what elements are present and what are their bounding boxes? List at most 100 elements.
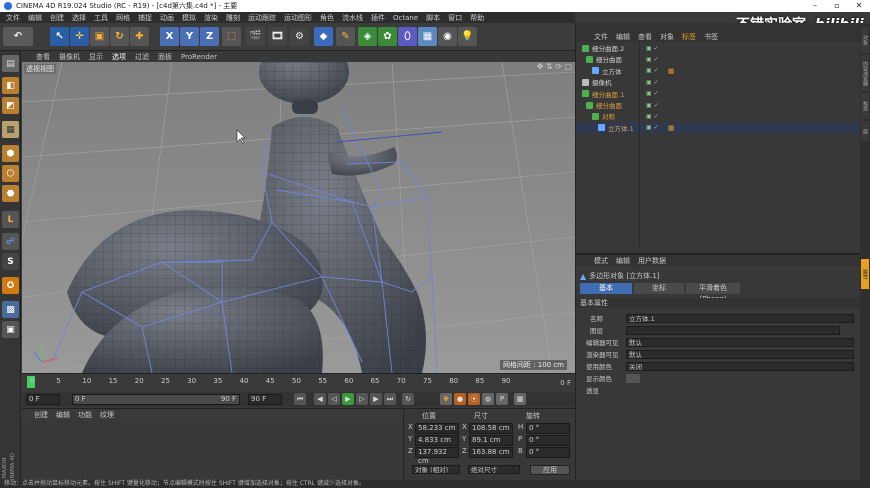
perspective-viewport[interactable]: 透视视图 网格间距 : 100 cm ✥ ⇅ ⟳ ▢ bbox=[22, 62, 575, 373]
material-menu-item[interactable]: 纹理 bbox=[100, 410, 114, 420]
visibility-check-icon[interactable]: ▣ ✓ bbox=[646, 56, 659, 63]
display-color-swatch[interactable] bbox=[626, 374, 640, 383]
menu-item[interactable]: 工具 bbox=[94, 13, 108, 23]
record-icon[interactable]: ● bbox=[454, 393, 466, 405]
key-scale-icon[interactable]: ◍ bbox=[482, 393, 494, 405]
select-tool-icon[interactable]: ↖ bbox=[50, 27, 69, 46]
viewport-menu-item[interactable]: ProRender bbox=[181, 53, 217, 61]
name-input[interactable]: 立方体.1 bbox=[626, 314, 854, 323]
light-icon[interactable]: 💡 bbox=[458, 27, 477, 46]
loop-icon[interactable]: ↻ bbox=[402, 393, 414, 405]
menu-item[interactable]: Octane bbox=[393, 14, 418, 22]
side-tab-structure[interactable]: 构造 bbox=[861, 93, 869, 119]
menu-item[interactable]: 运动图形 bbox=[284, 13, 312, 23]
coord-system-icon[interactable]: ⬚ bbox=[222, 27, 241, 46]
undo-button[interactable]: ↶ bbox=[3, 27, 33, 46]
points-mode-icon[interactable]: ⬢ bbox=[2, 145, 19, 162]
object-row[interactable]: 摄像机 ▣ ✓ bbox=[576, 77, 861, 87]
texture-tag-icon[interactable]: ▦ bbox=[668, 124, 674, 132]
object-row[interactable]: 对称 ▣ ✓ bbox=[576, 111, 861, 121]
menu-item[interactable]: 创建 bbox=[50, 13, 64, 23]
menu-item[interactable]: 帮助 bbox=[470, 13, 484, 23]
grid-icon[interactable]: ▩ bbox=[2, 301, 19, 318]
workplane-icon[interactable]: ▦ bbox=[2, 121, 19, 138]
coord-rotation-field[interactable]: 0 ° bbox=[526, 423, 570, 434]
render-picture-viewer-icon[interactable]: 🎞 bbox=[268, 27, 287, 46]
side-tab-objects[interactable]: 对象 bbox=[861, 27, 869, 53]
polygons-mode-icon[interactable]: ⬣ bbox=[2, 185, 19, 202]
menu-item[interactable]: 运动跟踪 bbox=[248, 13, 276, 23]
floor-icon[interactable]: ▦ bbox=[418, 27, 437, 46]
timeline-menu-icon[interactable]: ▦ bbox=[514, 393, 526, 405]
maximize-button[interactable]: ▫ bbox=[826, 0, 848, 12]
object-menu-item[interactable]: 书签 bbox=[704, 32, 718, 42]
viewport-nav-icons[interactable]: ✥ ⇅ ⟳ ▢ bbox=[537, 62, 572, 71]
deformer-icon[interactable]: ⬯ bbox=[398, 27, 417, 46]
menu-item[interactable]: 动画 bbox=[160, 13, 174, 23]
side-tab-attributes[interactable]: 属性 bbox=[861, 259, 869, 289]
go-end-icon[interactable]: ⏭ bbox=[384, 393, 396, 405]
menu-item[interactable]: 雕刻 bbox=[226, 13, 240, 23]
attr-tab[interactable]: 基本 bbox=[580, 283, 632, 294]
next-frame-icon[interactable]: ▷ bbox=[356, 393, 368, 405]
generator-icon[interactable]: ✿ bbox=[378, 27, 397, 46]
visibility-check-icon[interactable]: ▣ ✓ bbox=[646, 67, 659, 74]
go-start-icon[interactable]: ⏮ bbox=[294, 393, 306, 405]
visibility-check-icon[interactable]: ▣ ✓ bbox=[646, 102, 659, 109]
attribute-menu-item[interactable]: 编辑 bbox=[616, 256, 630, 266]
visibility-check-icon[interactable]: ▣ ✓ bbox=[646, 124, 659, 131]
prev-key-icon[interactable]: ◀ bbox=[314, 393, 326, 405]
attr-dropdown[interactable]: 关闭 bbox=[626, 362, 854, 371]
play-icon[interactable]: ▶ bbox=[342, 393, 354, 405]
coord-size-field[interactable]: 163.88 cm bbox=[469, 447, 513, 458]
object-menu-item[interactable]: 编辑 bbox=[616, 32, 630, 42]
attr-dropdown[interactable]: 默认 bbox=[626, 338, 854, 347]
viewport-menu-item[interactable]: 摄像机 bbox=[59, 52, 80, 62]
object-menu-item[interactable]: 查看 bbox=[638, 32, 652, 42]
start-frame-field[interactable]: 0 F bbox=[26, 394, 60, 405]
timeline-ruler[interactable]: 0 5 10 15 20 25 30 35 40 45 50 55 60 65 70 75 80 85 90 0 F bbox=[22, 373, 575, 392]
apply-button[interactable]: 应用 bbox=[530, 465, 570, 475]
make-editable-icon[interactable]: ▤ bbox=[2, 55, 19, 72]
menu-item[interactable]: 文件 bbox=[6, 13, 20, 23]
texture-tag-icon[interactable]: ▦ bbox=[668, 67, 674, 75]
menu-item[interactable]: 捕捉 bbox=[138, 13, 152, 23]
object-row[interactable]: 细分曲面.1 ▣ ✓ bbox=[576, 89, 861, 99]
rotate-tool-icon[interactable]: ↻ bbox=[110, 27, 129, 46]
auto-key-icon[interactable]: ⦿ bbox=[468, 393, 480, 405]
coord-rotation-field[interactable]: 0 ° bbox=[526, 435, 570, 446]
object-row[interactable]: 细分曲面.2 ▣ ✓ bbox=[576, 43, 861, 53]
size-mode-select[interactable]: 绝对尺寸 bbox=[468, 465, 520, 474]
coord-position-field[interactable]: 137.932 cm bbox=[415, 447, 459, 465]
object-row[interactable]: 立方体.1 ▣ ✓ ▦ bbox=[576, 122, 861, 133]
edges-mode-icon[interactable]: ⬡ bbox=[2, 165, 19, 182]
menu-item[interactable]: 网格 bbox=[116, 13, 130, 23]
viewport-menu-item[interactable]: 面板 bbox=[158, 52, 172, 62]
menu-item[interactable]: 脚本 bbox=[426, 13, 440, 23]
pen-icon[interactable]: ✎ bbox=[336, 27, 355, 46]
menu-item[interactable]: 编辑 bbox=[28, 13, 42, 23]
cube-icon[interactable]: ◆ bbox=[314, 27, 333, 46]
menu-item[interactable]: 渲染 bbox=[204, 13, 218, 23]
object-menu-item[interactable]: 文件 bbox=[594, 32, 608, 42]
camera-icon[interactable]: ◉ bbox=[438, 27, 457, 46]
prev-frame-icon[interactable]: ◁ bbox=[328, 393, 340, 405]
snap-icon[interactable]: S bbox=[2, 253, 19, 270]
object-row[interactable]: 立方体 ▣ ✓ ▦ bbox=[576, 66, 861, 76]
key-param-icon[interactable]: P bbox=[496, 393, 508, 405]
viewport-menu-item[interactable]: 显示 bbox=[89, 52, 103, 62]
menu-item[interactable]: 窗口 bbox=[448, 13, 462, 23]
coord-rotation-field[interactable]: 0 ° bbox=[526, 447, 570, 458]
attr-tab[interactable]: 坐标 bbox=[634, 283, 684, 294]
object-menu-item[interactable]: 对象 bbox=[660, 32, 674, 42]
keyframe-move-icon[interactable]: ✥ bbox=[440, 393, 452, 405]
close-button[interactable]: ✕ bbox=[848, 0, 870, 12]
menu-item[interactable]: 模拟 bbox=[182, 13, 196, 23]
tweak-mode-icon[interactable]: ☍ bbox=[2, 233, 19, 250]
end-frame-field[interactable]: 90 F bbox=[248, 394, 282, 405]
object-row[interactable]: 细分曲面 ▣ ✓ bbox=[576, 100, 861, 110]
viewport-menu-item[interactable]: 查看 bbox=[36, 52, 50, 62]
next-key-icon[interactable]: ▶ bbox=[370, 393, 382, 405]
recent-tool-icon[interactable]: ✚ bbox=[130, 27, 149, 46]
material-menu-item[interactable]: 编辑 bbox=[56, 410, 70, 420]
